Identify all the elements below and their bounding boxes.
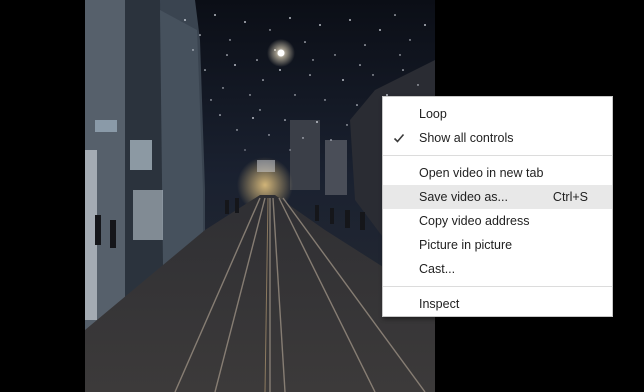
menu-item-label: Picture in picture — [419, 238, 513, 252]
menu-item-save-video-as[interactable]: Save video as... Ctrl+S — [383, 185, 612, 209]
menu-item-label: Show all controls — [419, 131, 514, 145]
menu-item-shortcut: Ctrl+S — [552, 190, 588, 204]
menu-item-cast[interactable]: Cast... — [383, 257, 612, 281]
menu-separator — [383, 155, 612, 156]
menu-item-label: Open video in new tab — [419, 166, 544, 180]
menu-item-show-all-controls[interactable]: Show all controls — [383, 126, 612, 150]
menu-item-open-video-new-tab[interactable]: Open video in new tab — [383, 161, 612, 185]
menu-item-picture-in-picture[interactable]: Picture in picture — [383, 233, 612, 257]
checkmark-icon — [393, 133, 405, 143]
menu-item-loop[interactable]: Loop — [383, 102, 612, 126]
menu-item-label: Inspect — [419, 297, 460, 311]
menu-item-inspect[interactable]: Inspect — [383, 292, 612, 316]
browser-viewport: Loop Show all controls Open video in new… — [0, 0, 644, 392]
context-menu: Loop Show all controls Open video in new… — [382, 96, 613, 317]
menu-item-copy-video-address[interactable]: Copy video address — [383, 209, 612, 233]
menu-separator — [383, 286, 612, 287]
menu-item-label: Loop — [419, 107, 447, 121]
menu-item-label: Save video as... — [419, 190, 508, 204]
menu-item-label: Copy video address — [419, 214, 530, 228]
menu-item-label: Cast... — [419, 262, 456, 276]
